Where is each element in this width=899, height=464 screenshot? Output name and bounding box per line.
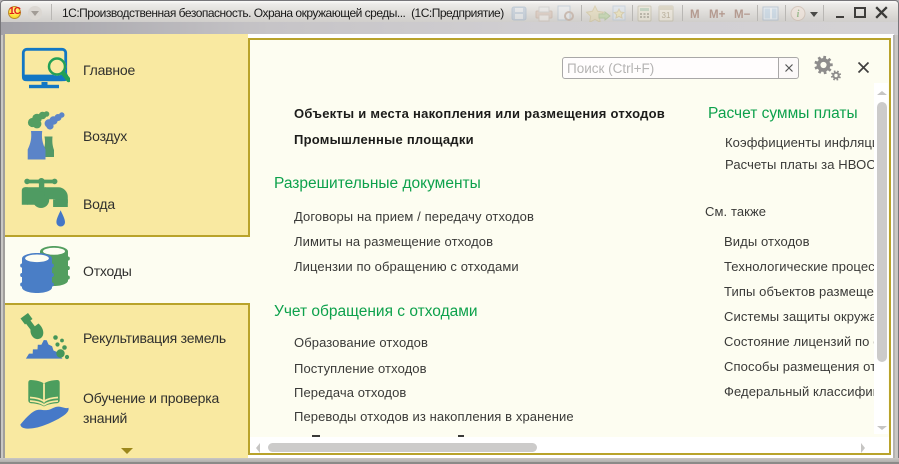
svg-text:M+: M+: [709, 9, 726, 21]
svg-text:M−: M−: [734, 9, 751, 21]
svg-text:i: i: [797, 9, 800, 20]
svg-text:M: M: [690, 9, 700, 21]
svg-text:31: 31: [662, 11, 671, 20]
